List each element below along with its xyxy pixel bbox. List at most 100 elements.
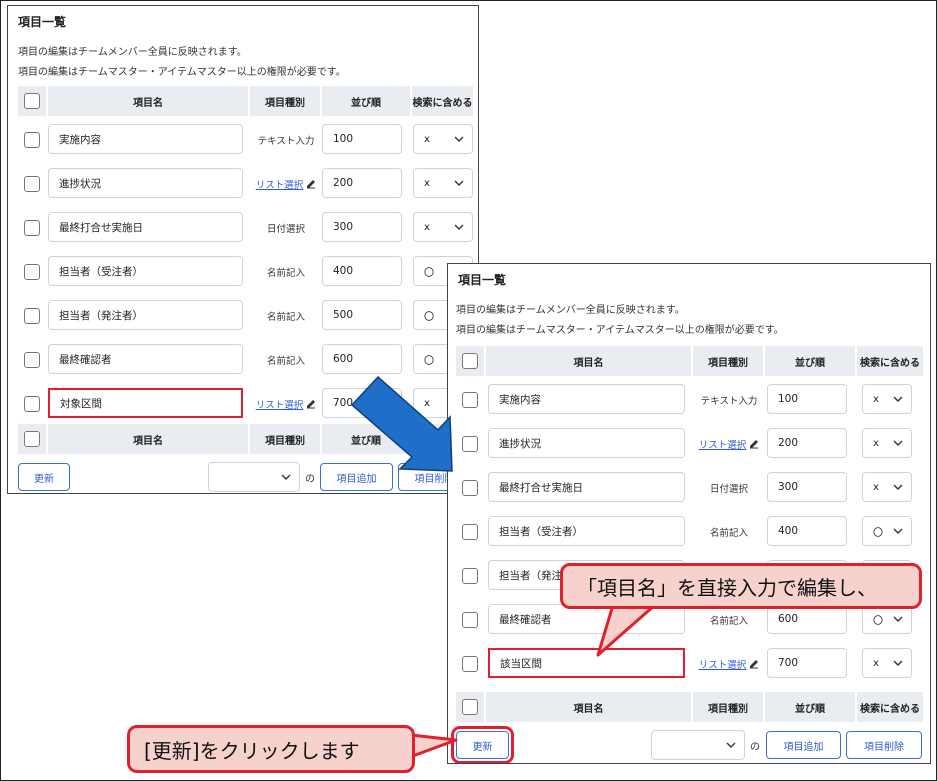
panel-title-after: 項目一覧 — [458, 273, 507, 287]
item-type-cell: 名前記入 — [250, 265, 322, 279]
add-item-button-after[interactable]: 項目追加 — [766, 731, 841, 759]
add-count-select[interactable] — [208, 462, 300, 492]
item-type-cell[interactable]: リスト選択 — [250, 177, 322, 191]
row-checkbox[interactable] — [24, 176, 40, 192]
item-type-label: 名前記入 — [266, 268, 305, 279]
footer-header-search-after: 検索に含める — [855, 692, 923, 722]
select-all-checkbox-bottom[interactable] — [24, 431, 40, 447]
search-include-select[interactable]: x — [413, 124, 473, 154]
search-include-value: 〇 — [873, 527, 883, 539]
item-type-cell: 名前記入 — [693, 525, 765, 539]
footer-header-order-after: 並び順 — [763, 692, 855, 722]
edit-icon — [750, 660, 759, 669]
chevron-down-icon — [454, 224, 464, 230]
row-checkbox[interactable] — [462, 568, 478, 584]
header-select-all-cell — [18, 86, 46, 116]
footer-select-all-cell — [18, 424, 46, 454]
item-name-input[interactable]: 担当者（受注者） — [488, 516, 685, 546]
item-order-input[interactable]: 400 — [767, 516, 847, 546]
item-type-label: 名前記入 — [266, 356, 305, 367]
chevron-down-icon — [893, 440, 903, 446]
row-checkbox[interactable] — [24, 264, 40, 280]
item-type-cell: 日付選択 — [250, 221, 322, 235]
select-all-checkbox-after[interactable] — [462, 353, 478, 369]
item-order-input[interactable]: 100 — [767, 384, 847, 414]
header-type-after: 項目種別 — [691, 346, 763, 376]
row-checkbox[interactable] — [462, 612, 478, 628]
row-checkbox[interactable] — [462, 480, 478, 496]
click-callout: [更新]をクリックします — [127, 725, 415, 773]
add-count-select-after[interactable] — [651, 730, 745, 760]
edit-callout: 「項目名」を直接入力で編集し、 — [560, 563, 922, 609]
row-checkbox[interactable] — [24, 308, 40, 324]
item-name-input[interactable]: 最終打合せ実施日 — [48, 212, 243, 242]
item-type-label: 名前記入 — [266, 312, 305, 323]
item-name-input[interactable]: 進捗状況 — [488, 428, 685, 458]
panel-description-1-after: 項目の編集はチームメンバー全員に反映されます。 — [456, 305, 685, 316]
item-order-input[interactable]: 300 — [322, 212, 402, 242]
item-order-input[interactable]: 400 — [322, 256, 402, 286]
item-type-label: リスト選択 — [698, 660, 747, 671]
row-checkbox[interactable] — [24, 220, 40, 236]
item-name-input[interactable]: 実施内容 — [488, 384, 685, 414]
item-name-input[interactable]: 最終確認者 — [48, 344, 243, 374]
chevron-down-icon — [893, 660, 903, 666]
select-all-checkbox[interactable] — [24, 93, 40, 109]
item-order-input[interactable]: 100 — [322, 124, 402, 154]
item-name-input[interactable]: 担当者（受注者） — [48, 256, 243, 286]
table-row: 実施内容 テキスト入力 100 x — [456, 378, 923, 422]
search-include-value: x — [424, 133, 430, 145]
header-search-after: 検索に含める — [855, 346, 923, 376]
header-name: 項目名 — [46, 86, 248, 116]
search-include-select[interactable]: x — [413, 212, 473, 242]
item-name-input[interactable]: 対象区間 — [48, 388, 243, 418]
item-type-label: 名前記入 — [709, 616, 748, 627]
edit-callout-pointer — [596, 603, 657, 657]
row-checkbox[interactable] — [462, 656, 478, 672]
search-include-select[interactable]: x — [862, 384, 912, 414]
item-order-input[interactable]: 300 — [767, 472, 847, 502]
item-type-cell[interactable]: リスト選択 — [250, 397, 322, 411]
item-type-label: 日付選択 — [266, 224, 305, 235]
item-list-panel-after: 項目一覧 項目の編集はチームメンバー全員に反映されます。 項目の編集はチームマス… — [447, 263, 931, 764]
delete-item-button-after[interactable]: 項目削除 — [846, 731, 922, 759]
select-all-checkbox-bottom-after[interactable] — [462, 699, 478, 715]
row-checkbox[interactable] — [24, 396, 40, 412]
update-button-after[interactable]: 更新 — [451, 726, 514, 763]
item-name-input[interactable]: 最終打合せ実施日 — [488, 472, 685, 502]
search-include-select[interactable]: x — [862, 472, 912, 502]
row-checkbox[interactable] — [462, 392, 478, 408]
search-include-select[interactable]: x — [862, 648, 912, 678]
chevron-down-icon — [893, 528, 903, 534]
item-order-input[interactable]: 200 — [767, 428, 847, 458]
table-row: 該当区間 リスト選択 700 x — [456, 642, 923, 686]
search-include-value: 〇 — [873, 615, 883, 627]
search-include-select[interactable]: x — [413, 168, 473, 198]
row-checkbox[interactable] — [462, 436, 478, 452]
item-name-input[interactable]: 実施内容 — [48, 124, 243, 154]
chevron-down-icon — [726, 742, 736, 748]
table-row: 担当者（発注者） 名前記入 500 〇 — [18, 294, 473, 338]
header-order-after: 並び順 — [763, 346, 855, 376]
search-include-select[interactable]: 〇 — [862, 516, 912, 546]
transition-arrow-icon — [350, 375, 453, 472]
search-include-value: x — [873, 657, 879, 669]
item-order-input[interactable]: 600 — [322, 344, 402, 374]
row-checkbox[interactable] — [462, 524, 478, 540]
of-label: の — [305, 474, 315, 485]
item-type-cell[interactable]: リスト選択 — [693, 437, 765, 451]
table-row: 実施内容 テキスト入力 100 x — [18, 118, 473, 162]
item-order-input[interactable]: 500 — [322, 300, 402, 330]
item-order-input[interactable]: 700 — [767, 648, 847, 678]
table-row: 進捗状況 リスト選択 200 x — [456, 422, 923, 466]
panel-description-1: 項目の編集はチームメンバー全員に反映されます。 — [18, 47, 247, 58]
row-checkbox[interactable] — [24, 132, 40, 148]
item-name-input[interactable]: 進捗状況 — [48, 168, 243, 198]
item-type-cell[interactable]: リスト選択 — [693, 657, 765, 671]
item-order-input[interactable]: 200 — [322, 168, 402, 198]
update-button[interactable]: 更新 — [18, 463, 70, 491]
search-include-select[interactable]: x — [862, 428, 912, 458]
header-type: 項目種別 — [248, 86, 320, 116]
item-name-input[interactable]: 担当者（発注者） — [48, 300, 243, 330]
row-checkbox[interactable] — [24, 352, 40, 368]
